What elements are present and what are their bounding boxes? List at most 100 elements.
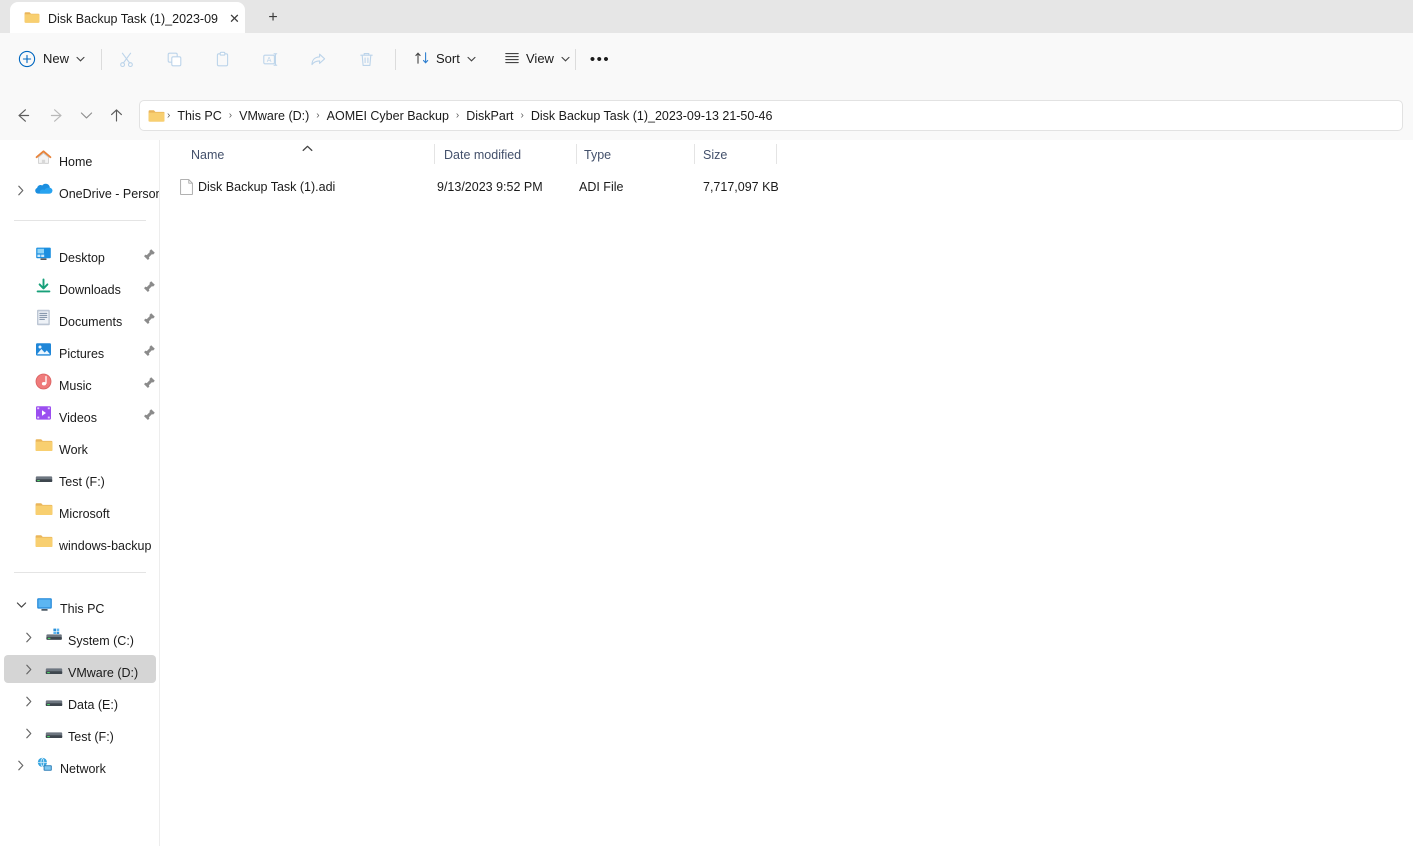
- music-icon: [35, 373, 52, 390]
- chevron-right-icon[interactable]: [21, 693, 37, 709]
- sidebar-item-system-c[interactable]: System (C:): [4, 623, 156, 651]
- back-button[interactable]: [8, 101, 36, 129]
- file-icon: [180, 179, 193, 195]
- up-button[interactable]: [102, 101, 130, 129]
- sidebar-item-windows-backup[interactable]: windows-backup: [4, 528, 156, 556]
- onedrive-icon: [35, 182, 53, 199]
- breadcrumb-item-diskpart[interactable]: DiskPart: [461, 106, 518, 126]
- tab-strip: Disk Backup Task (1)_2023-09- ✕ +: [0, 0, 1413, 33]
- sidebar-border: [159, 140, 160, 846]
- cell-date-modified: 9/13/2023 9:52 PM: [437, 180, 543, 194]
- sidebar-item-vmware-d[interactable]: VMware (D:): [4, 655, 156, 683]
- sidebar-item-label: Videos: [59, 411, 97, 425]
- sidebar-item-home[interactable]: Home: [4, 144, 156, 172]
- drive-icon: [35, 472, 53, 489]
- sidebar-item-onedrive[interactable]: OneDrive - Persona: [4, 176, 159, 204]
- breadcrumb-item-aomei-cyber-backup[interactable]: AOMEI Cyber Backup: [322, 106, 454, 126]
- sidebar-item-label: Home: [59, 155, 93, 169]
- sidebar-item-label: Pictures: [59, 347, 105, 361]
- more-options-button[interactable]: •••: [585, 44, 615, 74]
- sidebar-item-label: Work: [59, 443, 88, 457]
- recent-locations-button[interactable]: [72, 101, 100, 129]
- column-divider[interactable]: [434, 144, 435, 164]
- sort-icon: [414, 50, 430, 69]
- new-button[interactable]: New: [12, 43, 93, 75]
- downloads-icon: [35, 278, 52, 295]
- toolbar-separator-2: [395, 49, 396, 70]
- breadcrumb-separator: ›: [228, 109, 233, 121]
- view-button[interactable]: View: [496, 44, 578, 74]
- sidebar-item-downloads[interactable]: Downloads: [4, 272, 156, 300]
- view-label: View: [526, 51, 554, 66]
- rename-icon[interactable]: A: [255, 44, 285, 74]
- drive-icon: [45, 664, 63, 681]
- column-divider[interactable]: [694, 144, 695, 164]
- plus-circle-icon: [18, 50, 36, 68]
- sidebar-item-label: Music: [59, 379, 92, 393]
- cut-icon[interactable]: [111, 44, 141, 74]
- sidebar-item-label: System (C:): [68, 634, 134, 648]
- sidebar-item-label: Microsoft: [59, 507, 110, 521]
- network-icon: [36, 757, 53, 774]
- chevron-down-icon[interactable]: [13, 597, 29, 613]
- breadcrumb-item-disk-backup-task[interactable]: Disk Backup Task (1)_2023-09-13 21-50-46: [526, 106, 778, 126]
- pin-icon: [143, 312, 156, 325]
- tab-title: Disk Backup Task (1)_2023-09-: [48, 12, 218, 26]
- chevron-right-icon[interactable]: [21, 725, 37, 741]
- share-icon[interactable]: [303, 44, 333, 74]
- sort-button[interactable]: Sort: [406, 44, 484, 74]
- breadcrumb-item-vmware-d[interactable]: VMware (D:): [234, 106, 314, 126]
- column-divider[interactable]: [776, 144, 777, 164]
- column-header-name[interactable]: Name: [191, 147, 224, 163]
- table-row[interactable]: [168, 174, 1405, 200]
- sidebar-divider: [14, 220, 146, 221]
- sidebar-item-desktop[interactable]: Desktop: [4, 240, 156, 268]
- new-tab-button[interactable]: +: [260, 6, 286, 30]
- chevron-right-icon[interactable]: [13, 757, 29, 773]
- sidebar-item-label: Documents: [59, 315, 123, 329]
- chevron-down-icon: [561, 51, 570, 67]
- sidebar-item-this-pc[interactable]: This PC: [4, 591, 156, 619]
- chevron-right-icon[interactable]: [21, 661, 37, 677]
- sidebar-item-label: Downloads: [59, 283, 121, 297]
- copy-icon[interactable]: [159, 44, 189, 74]
- breadcrumb-separator: ›: [167, 109, 171, 121]
- sidebar-item-work[interactable]: Work: [4, 432, 156, 460]
- tab-disk-backup-task[interactable]: Disk Backup Task (1)_2023-09- ✕: [10, 2, 245, 33]
- sidebar-item-test-f-tree[interactable]: Test (F:): [4, 719, 156, 747]
- close-icon[interactable]: ✕: [226, 10, 243, 27]
- home-icon: [35, 149, 52, 166]
- column-header-type[interactable]: Type: [584, 147, 611, 163]
- sidebar-item-microsoft[interactable]: Microsoft: [4, 496, 156, 524]
- cell-size: 7,717,097 KB: [703, 180, 779, 194]
- sort-label: Sort: [436, 51, 460, 66]
- toolbar-separator-1: [101, 49, 102, 70]
- sidebar-item-documents[interactable]: Documents: [4, 304, 156, 332]
- pin-icon: [143, 376, 156, 389]
- folder-icon: [24, 11, 40, 24]
- sidebar-item-label: windows-backup: [59, 539, 152, 553]
- svg-text:A: A: [266, 57, 271, 64]
- column-header-date-modified[interactable]: Date modified: [444, 147, 521, 163]
- chevron-right-icon[interactable]: [21, 629, 37, 645]
- view-icon: [504, 50, 520, 69]
- column-header-size[interactable]: Size: [703, 147, 727, 163]
- column-divider[interactable]: [576, 144, 577, 164]
- paste-icon[interactable]: [207, 44, 237, 74]
- sidebar-item-network[interactable]: Network: [4, 751, 156, 779]
- sidebar-item-music[interactable]: Music: [4, 368, 156, 396]
- chevron-right-icon[interactable]: [13, 182, 29, 198]
- pictures-icon: [35, 342, 52, 359]
- breadcrumb-bar[interactable]: › This PC › VMware (D:) › AOMEI Cyber Ba…: [139, 100, 1403, 131]
- sidebar-item-test-f[interactable]: Test (F:): [4, 464, 156, 492]
- sidebar-item-videos[interactable]: Videos: [4, 400, 156, 428]
- breadcrumb-item-this-pc[interactable]: This PC: [172, 106, 226, 126]
- sidebar-item-data-e[interactable]: Data (E:): [4, 687, 156, 715]
- folder-icon: [35, 502, 53, 519]
- sort-ascending-icon: [302, 140, 313, 152]
- thispc-icon: [36, 597, 53, 614]
- sidebar-item-label: Desktop: [59, 251, 105, 265]
- forward-button[interactable]: [43, 101, 71, 129]
- delete-icon[interactable]: [351, 44, 381, 74]
- sidebar-item-pictures[interactable]: Pictures: [4, 336, 156, 364]
